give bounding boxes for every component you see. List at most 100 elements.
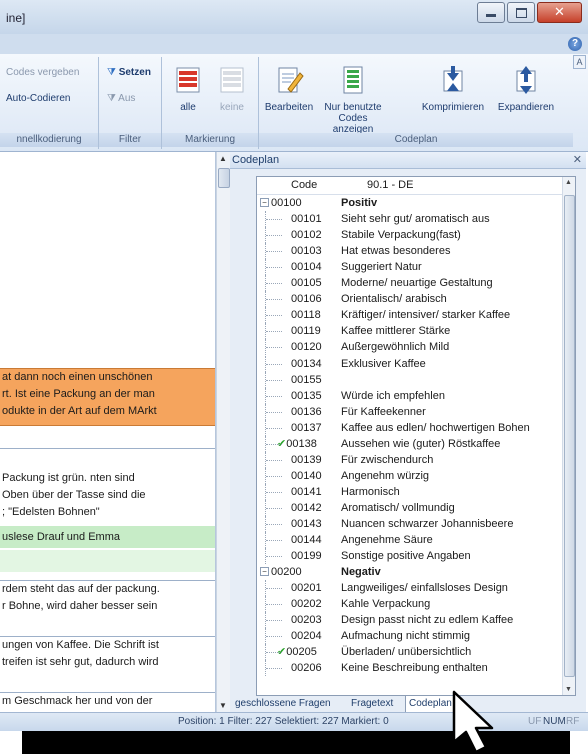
code-cell: 00120 — [265, 339, 322, 356]
tree-code-row[interactable]: 00119 Kaffee mittlerer Stärke — [257, 323, 575, 340]
code-value: 00101 — [291, 213, 322, 226]
tree-connector — [266, 331, 282, 333]
collapse-icon[interactable]: − — [260, 198, 269, 207]
komprimieren-button[interactable]: Komprimieren — [419, 65, 487, 113]
code-value: 00103 — [291, 245, 322, 258]
tree-code-row[interactable]: 00144 Angenehme Säure — [257, 532, 575, 549]
panel-tabs: geschlossene Fragen Fragetext Codeplan — [230, 696, 586, 713]
nur-benutzte-codes-button[interactable]: Nur benutzte Codes anzeigen — [317, 65, 389, 135]
close-button[interactable]: ✕ — [537, 2, 582, 23]
code-description: Suggeriert Natur — [341, 261, 422, 274]
tree-code-row[interactable]: 00202 Kahle Verpackung — [257, 596, 575, 613]
scroll-down-icon[interactable]: ▼ — [565, 686, 572, 693]
tree-code-row[interactable]: 00136 Für Kaffeekenner — [257, 403, 575, 420]
tree-code-row[interactable]: 00118 Kräftiger/ intensiver/ starker Kaff… — [257, 307, 575, 324]
panel-close-icon[interactable]: ✕ — [573, 153, 582, 166]
codeplan-scrollbar[interactable]: ▲ ▼ — [562, 177, 575, 695]
code-description: Sieht sehr gut/ aromatisch aus — [341, 213, 490, 226]
expandieren-button[interactable]: Expandieren — [493, 65, 559, 113]
tree-code-row[interactable]: 00204 Aufmachung nicht stimmig — [257, 628, 575, 645]
column-header-description[interactable]: 90.1 - DE — [367, 179, 413, 191]
tree-code-row[interactable]: 00199 Sonstige positive Angaben — [257, 548, 575, 565]
scroll-thumb[interactable] — [564, 195, 575, 677]
status-bar: Position: 1 Filter: 227 Selektiert: 227 … — [0, 712, 588, 731]
tree-connector — [266, 652, 282, 654]
ribbon-minimize-icon[interactable]: A — [573, 55, 586, 69]
maximize-button[interactable] — [507, 2, 535, 23]
filter-icon: ⧩ — [107, 67, 116, 78]
tree-code-row[interactable]: 00137 Kaffee aus edlen/ hochwertigen Bohe… — [257, 419, 575, 436]
tree-code-row[interactable]: 00103 Hat etwas besonderes — [257, 243, 575, 260]
collapse-icon[interactable]: − — [260, 567, 269, 577]
tree-connector — [265, 291, 286, 308]
code-cell: 00204 — [265, 628, 322, 645]
tree-connector — [266, 235, 282, 237]
filter-aus-button[interactable]: ⧩ Aus — [107, 93, 135, 104]
tree-code-row[interactable]: 00135 Würde ich empfehlen — [257, 387, 575, 404]
tree-code-row[interactable]: 00106 Orientalisch/ arabisch — [257, 291, 575, 308]
code-value: 00205 — [286, 646, 317, 659]
code-description: Aromatisch/ vollmundig — [341, 501, 455, 514]
tree-code-row[interactable]: ✔00138 Aussehen wie (guter) Röstkaffee — [257, 435, 575, 452]
column-header-code[interactable]: Code — [291, 179, 317, 191]
group-label-markierung: Markierung — [162, 133, 258, 147]
auto-codieren-button[interactable]: Auto-Codieren — [6, 93, 70, 104]
mark-all-button[interactable]: alle — [170, 65, 206, 113]
komprimieren-label: Komprimieren — [421, 102, 485, 113]
code-cell: −00100 — [260, 195, 302, 211]
tab-fragetext[interactable]: Fragetext — [348, 696, 396, 712]
scroll-up-icon[interactable]: ▲ — [565, 179, 572, 186]
help-icon[interactable]: ? — [568, 37, 582, 51]
tree-code-row[interactable]: 00104 Suggeriert Natur — [257, 259, 575, 276]
tree-code-row[interactable]: 00120 Außergewöhnlich Mild — [257, 339, 575, 356]
answer-record-1[interactable]: at dann noch einen unschönen rt. Ist ein… — [0, 368, 215, 426]
tree-connector — [266, 379, 282, 381]
tree-code-row[interactable]: ✔00205 Überladen/ unübersichtlich — [257, 644, 575, 661]
tree-code-row[interactable]: 00203 Design passt nicht zu edlem Kaffee — [257, 612, 575, 629]
tree-group-row[interactable]: −00100 Positiv — [257, 195, 575, 211]
status-indicator-num: NUM — [543, 716, 566, 727]
minimize-button[interactable] — [477, 2, 505, 23]
record-line: Oben über der Tasse sind die — [2, 489, 146, 501]
tree-code-row[interactable]: 00142 Aromatisch/ vollmundig — [257, 499, 575, 516]
scroll-down-icon[interactable]: ▼ — [219, 701, 227, 710]
code-description: Angenehm würzig — [341, 469, 430, 482]
mark-none-button[interactable]: keine — [214, 65, 250, 113]
code-cell: 00202 — [265, 596, 322, 613]
answer-record-4[interactable] — [0, 550, 215, 572]
tree-code-row[interactable]: 00139 Für zwischendurch — [257, 451, 575, 468]
code-value: 00200 — [271, 566, 302, 579]
answer-record-2[interactable]: Packung ist grün. nten sind Oben über de… — [0, 470, 215, 526]
bearbeiten-button[interactable]: Bearbeiten — [263, 65, 315, 113]
tree-code-row[interactable]: 00102 Stabile Verpackung(fast) — [257, 227, 575, 244]
scroll-up-icon[interactable]: ▲ — [219, 154, 227, 163]
code-value: 00143 — [291, 518, 322, 530]
compress-icon — [443, 66, 463, 92]
answers-scrollbar[interactable]: ▲ ▼ — [216, 152, 230, 712]
tree-code-row[interactable]: 00206 Keine Beschreibung enthalten — [257, 660, 575, 677]
answer-record-6[interactable]: ungen von Kaffee. Die Schrift ist treife… — [0, 636, 215, 677]
code-description: Keine Beschreibung enthalten — [341, 662, 488, 675]
filter-setzen-button[interactable]: ⧩ Setzen — [107, 67, 151, 78]
codes-vergeben-button[interactable]: Codes vergeben — [6, 67, 79, 78]
tree-code-row[interactable]: 00134 Exklusiver Kaffee — [257, 355, 575, 372]
answer-record-3[interactable]: uslese Drauf und Emma — [0, 526, 215, 548]
tree-code-row[interactable]: 00201 Langweiliges/ einfallsloses Design — [257, 580, 575, 597]
code-cell: 00140 — [265, 467, 322, 484]
tree-connector — [265, 211, 286, 228]
tree-code-row[interactable]: 00143 Nuancen schwarzer Johannisbeere — [257, 516, 575, 532]
code-value: 00134 — [291, 357, 322, 370]
tree-group-row[interactable]: −00200 Negativ — [257, 564, 575, 580]
answer-record-7[interactable]: m Geschmack her und von der — [0, 692, 215, 712]
scroll-thumb[interactable] — [218, 168, 230, 188]
tree-connector — [266, 427, 282, 429]
tree-code-row[interactable]: 00141 Harmonisch — [257, 483, 575, 500]
answer-record-5[interactable]: rdem steht das auf der packung. r Bohne,… — [0, 580, 215, 621]
ribbon-group-codeplan: Bearbeiten Nur benutzte Codes anzeigen K… — [259, 57, 573, 149]
tree-code-row[interactable]: 00140 Angenehm würzig — [257, 467, 575, 484]
tree-code-row[interactable]: 00105 Moderne/ neuartige Gestaltung — [257, 275, 575, 292]
tab-geschlossene-fragen[interactable]: geschlossene Fragen — [232, 696, 334, 712]
tree-code-row[interactable]: 00155 — [257, 371, 575, 388]
tree-code-row[interactable]: 00101 Sieht sehr gut/ aromatisch aus — [257, 211, 575, 228]
code-value: 00142 — [291, 501, 322, 514]
